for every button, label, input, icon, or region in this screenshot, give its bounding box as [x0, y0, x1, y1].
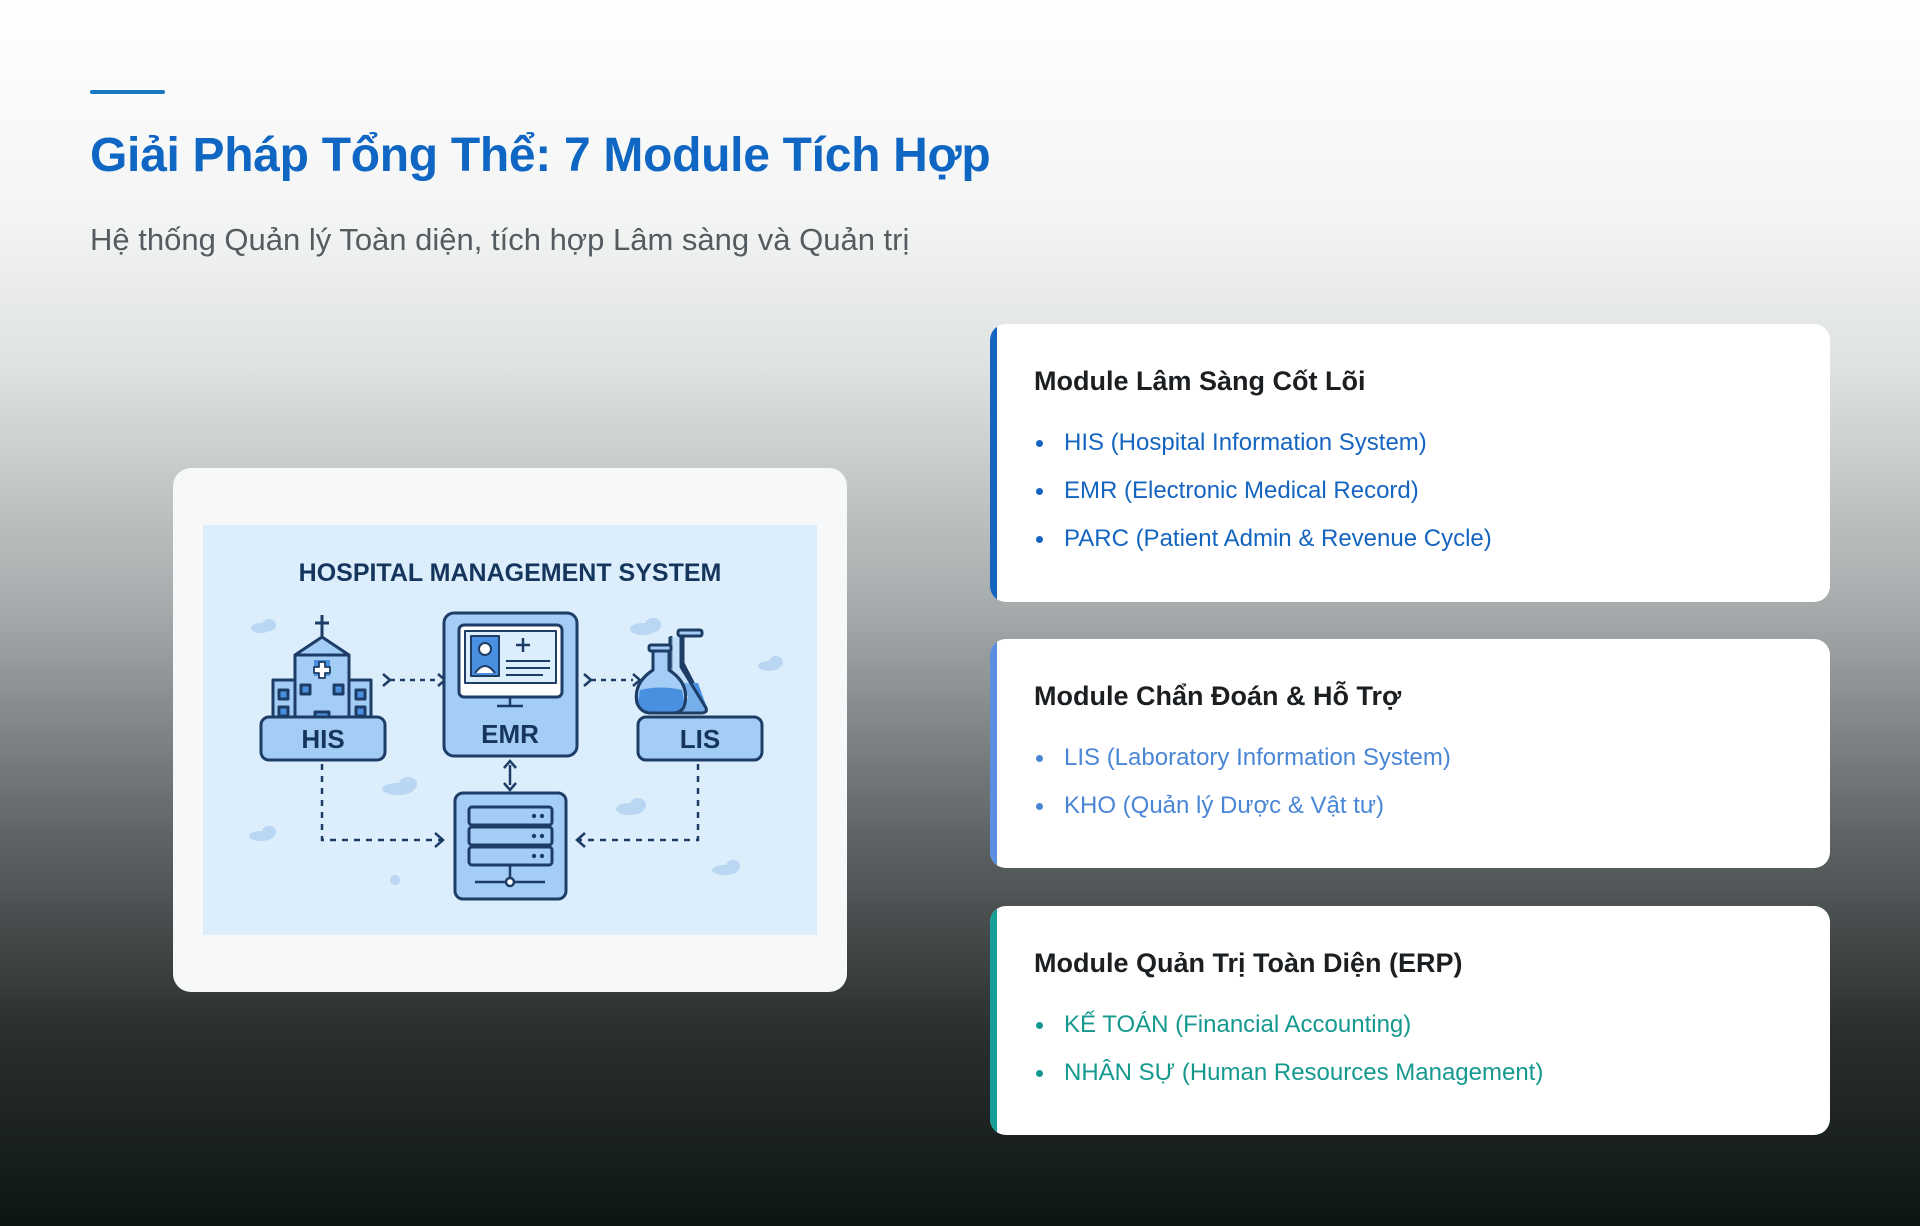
lis-label-box: LIS — [636, 715, 764, 762]
bullet-icon — [1036, 1022, 1043, 1029]
list-item-label: LIS (Laboratory Information System) — [1064, 744, 1451, 771]
list-item: LIS (Laboratory Information System) — [1034, 734, 1800, 782]
card-title: Module Lâm Sàng Cốt Lõi — [1034, 366, 1366, 396]
his-label-box: HIS — [259, 715, 387, 762]
list-item: EMR (Electronic Medical Record) — [1034, 467, 1800, 515]
bullet-icon — [1036, 440, 1043, 447]
title-accent-line — [90, 90, 165, 94]
list-item-label: NHÂN SỰ (Human Resources Management) — [1064, 1059, 1544, 1086]
list-item: KHO (Quản lý Dược & Vật tư) — [1034, 782, 1800, 830]
card-title: Module Quản Trị Toàn Diện (ERP) — [1034, 948, 1463, 978]
list-item-label: EMR (Electronic Medical Record) — [1064, 477, 1419, 504]
lis-label: LIS — [680, 724, 720, 754]
illustration-card: HOSPITAL MANAGEMENT SYSTEM HIS EMR LIS — [173, 468, 847, 992]
module-card-diagnostics-support: Module Chẩn Đoán & Hỗ Trợ LIS (Laborator… — [990, 639, 1830, 868]
bullet-icon — [1036, 803, 1043, 810]
his-label: HIS — [301, 724, 344, 754]
module-card-clinical-core: Module Lâm Sàng Cốt Lõi HIS (Hospital In… — [990, 324, 1830, 602]
lab-flask-icon — [634, 628, 708, 715]
list-item-label: HIS (Hospital Information System) — [1064, 429, 1427, 456]
card-accent-bar — [990, 906, 997, 1135]
bullet-icon — [1036, 1070, 1043, 1077]
page-title: Giải Pháp Tổng Thể: 7 Module Tích Hợp — [90, 129, 991, 182]
list-item: PARC (Patient Admin & Revenue Cycle) — [1034, 515, 1800, 563]
bullet-icon — [1036, 755, 1043, 762]
list-item: NHÂN SỰ (Human Resources Management) — [1034, 1049, 1800, 1097]
page-subtitle: Hệ thống Quản lý Toàn diện, tích hợp Lâm… — [90, 222, 910, 257]
module-card-erp-management: Module Quản Trị Toàn Diện (ERP) KẾ TOÁN … — [990, 906, 1830, 1135]
list-item-label: PARC (Patient Admin & Revenue Cycle) — [1064, 525, 1492, 552]
card-accent-bar — [990, 324, 997, 602]
hms-illustration: HOSPITAL MANAGEMENT SYSTEM HIS EMR LIS — [203, 525, 817, 935]
emr-monitor-icon: EMR — [442, 611, 579, 758]
emr-label: EMR — [481, 719, 539, 749]
card-accent-bar — [990, 639, 997, 868]
bullet-icon — [1036, 536, 1043, 543]
illustration-heading: HOSPITAL MANAGEMENT SYSTEM — [299, 559, 722, 587]
list-item-label: KẾ TOÁN (Financial Accounting) — [1064, 1011, 1412, 1038]
card-title: Module Chẩn Đoán & Hỗ Trợ — [1034, 681, 1402, 711]
database-server-icon — [453, 791, 568, 901]
list-item-label: KHO (Quản lý Dược & Vật tư) — [1064, 792, 1384, 819]
list-item: KẾ TOÁN (Financial Accounting) — [1034, 1001, 1800, 1049]
list-item: HIS (Hospital Information System) — [1034, 419, 1800, 467]
bullet-icon — [1036, 488, 1043, 495]
